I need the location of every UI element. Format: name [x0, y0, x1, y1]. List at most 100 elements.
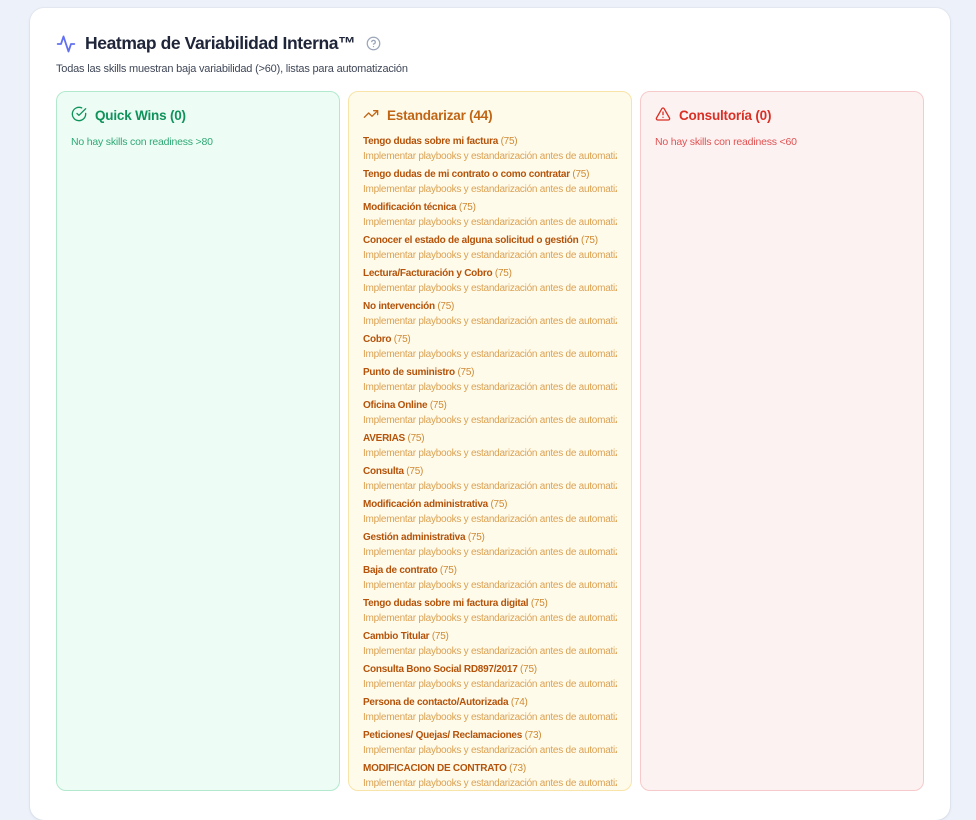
skill-readiness-score: (75): [435, 301, 454, 312]
skill-list-item: MODIFICACION DE CONTRATO (73) Implementa…: [363, 763, 617, 790]
skill-recommendation: Implementar playbooks y estandarización …: [363, 283, 617, 295]
skill-list-item: Tengo dudas sobre mi factura digital (75…: [363, 598, 617, 625]
skill-recommendation: Implementar playbooks y estandarización …: [363, 613, 617, 625]
skill-readiness-score: (75): [498, 136, 517, 147]
skill-name: Punto de suministro: [363, 367, 455, 378]
heatmap-columns: Quick Wins (0) No hay skills con readine…: [56, 91, 924, 791]
skill-readiness-score: (75): [528, 598, 547, 609]
skill-readiness-score: (75): [405, 433, 424, 444]
column-consultoria: Consultoría (0) No hay skills con readin…: [640, 91, 924, 791]
skill-recommendation: Implementar playbooks y estandarización …: [363, 382, 617, 394]
skill-recommendation: Implementar playbooks y estandarización …: [363, 151, 617, 163]
skill-recommendation: Implementar playbooks y estandarización …: [363, 712, 617, 724]
column-estandarizar-header: Estandarizar (44): [363, 106, 617, 125]
skill-list-item: Punto de suministro (75) Implementar pla…: [363, 367, 617, 394]
skill-name: No intervención: [363, 301, 435, 312]
skill-name: Modificación técnica: [363, 202, 456, 213]
skill-name: Modificación administrativa: [363, 499, 488, 510]
skill-readiness-score: (75): [465, 532, 484, 543]
column-consultoria-header: Consultoría (0): [655, 106, 909, 125]
skill-list: Tengo dudas sobre mi factura (75) Implem…: [363, 136, 617, 790]
skill-name: Tengo dudas sobre mi factura: [363, 136, 498, 147]
skill-recommendation: Implementar playbooks y estandarización …: [363, 415, 617, 427]
consultoria-empty-message: No hay skills con readiness <60: [655, 136, 909, 148]
skill-readiness-score: (73): [522, 730, 541, 741]
skill-recommendation: Implementar playbooks y estandarización …: [363, 481, 617, 493]
skill-recommendation: Implementar playbooks y estandarización …: [363, 349, 617, 361]
skill-recommendation: Implementar playbooks y estandarización …: [363, 646, 617, 658]
skill-name: Peticiones/ Quejas/ Reclamaciones: [363, 730, 522, 741]
help-circle-icon[interactable]: [366, 36, 381, 51]
skill-recommendation: Implementar playbooks y estandarización …: [363, 250, 617, 262]
skill-list-item: Tengo dudas sobre mi factura (75) Implem…: [363, 136, 617, 163]
skill-recommendation: Implementar playbooks y estandarización …: [363, 217, 617, 229]
skill-readiness-score: (75): [456, 202, 475, 213]
skill-list-item: Peticiones/ Quejas/ Reclamaciones (73) I…: [363, 730, 617, 757]
skill-readiness-score: (75): [391, 334, 410, 345]
skill-recommendation: Implementar playbooks y estandarización …: [363, 745, 617, 757]
skill-readiness-score: (75): [437, 565, 456, 576]
skill-list-item: Conocer el estado de alguna solicitud o …: [363, 235, 617, 262]
skill-list-item: No intervención (75) Implementar playboo…: [363, 301, 617, 328]
skill-readiness-score: (75): [492, 268, 511, 279]
skill-list-item: Modificación técnica (75) Implementar pl…: [363, 202, 617, 229]
card-header: Heatmap de Variabilidad Interna™: [56, 33, 924, 54]
skill-name: Cambio Titular: [363, 631, 429, 642]
skill-list-item: Consulta (75) Implementar playbooks y es…: [363, 466, 617, 493]
skill-list-item: Oficina Online (75) Implementar playbook…: [363, 400, 617, 427]
skill-name: AVERIAS: [363, 433, 405, 444]
skill-readiness-score: (75): [429, 631, 448, 642]
skill-name: Tengo dudas de mi contrato o como contra…: [363, 169, 570, 180]
skill-list-item: AVERIAS (75) Implementar playbooks y est…: [363, 433, 617, 460]
skill-readiness-score: (75): [518, 664, 537, 675]
skill-recommendation: Implementar playbooks y estandarización …: [363, 448, 617, 460]
skill-readiness-score: (75): [455, 367, 474, 378]
skill-name: Oficina Online: [363, 400, 427, 411]
skill-name: Tengo dudas sobre mi factura digital: [363, 598, 528, 609]
skill-recommendation: Implementar playbooks y estandarización …: [363, 547, 617, 559]
skill-name: Gestión administrativa: [363, 532, 465, 543]
check-circle-icon: [71, 106, 87, 125]
skill-readiness-score: (75): [579, 235, 598, 246]
skill-readiness-score: (73): [507, 763, 526, 774]
skill-readiness-score: (74): [508, 697, 527, 708]
skill-recommendation: Implementar playbooks y estandarización …: [363, 184, 617, 196]
alert-triangle-icon: [655, 106, 671, 125]
activity-icon: [56, 34, 76, 54]
skill-list-item: Tengo dudas de mi contrato o como contra…: [363, 169, 617, 196]
skill-name: MODIFICACION DE CONTRATO: [363, 763, 507, 774]
skill-recommendation: Implementar playbooks y estandarización …: [363, 778, 617, 790]
skill-list-item: Lectura/Facturación y Cobro (75) Impleme…: [363, 268, 617, 295]
skill-name: Persona de contacto/Autorizada: [363, 697, 508, 708]
quick-wins-empty-message: No hay skills con readiness >80: [71, 136, 325, 148]
trending-up-icon: [363, 106, 379, 125]
skill-recommendation: Implementar playbooks y estandarización …: [363, 514, 617, 526]
skill-readiness-score: (75): [427, 400, 446, 411]
skill-name: Consulta: [363, 466, 404, 477]
skill-list-item: Baja de contrato (75) Implementar playbo…: [363, 565, 617, 592]
skill-recommendation: Implementar playbooks y estandarización …: [363, 580, 617, 592]
skill-list-item: Cambio Titular (75) Implementar playbook…: [363, 631, 617, 658]
column-quick-wins-title: Quick Wins (0): [95, 108, 186, 123]
column-estandarizar-title: Estandarizar (44): [387, 108, 492, 123]
skill-list-item: Gestión administrativa (75) Implementar …: [363, 532, 617, 559]
skill-readiness-score: (75): [488, 499, 507, 510]
skill-name: Conocer el estado de alguna solicitud o …: [363, 235, 579, 246]
skill-name: Consulta Bono Social RD897/2017: [363, 664, 518, 675]
page-title: Heatmap de Variabilidad Interna™: [85, 33, 355, 54]
skill-recommendation: Implementar playbooks y estandarización …: [363, 316, 617, 328]
column-quick-wins-header: Quick Wins (0): [71, 106, 325, 125]
skill-readiness-score: (75): [404, 466, 423, 477]
column-estandarizar: Estandarizar (44) Tengo dudas sobre mi f…: [348, 91, 632, 791]
skill-name: Cobro: [363, 334, 391, 345]
column-quick-wins: Quick Wins (0) No hay skills con readine…: [56, 91, 340, 791]
skill-name: Lectura/Facturación y Cobro: [363, 268, 492, 279]
page-subtitle: Todas las skills muestran baja variabili…: [56, 63, 924, 75]
skill-recommendation: Implementar playbooks y estandarización …: [363, 679, 617, 691]
skill-list-item: Modificación administrativa (75) Impleme…: [363, 499, 617, 526]
skill-list-item: Consulta Bono Social RD897/2017 (75) Imp…: [363, 664, 617, 691]
skill-name: Baja de contrato: [363, 565, 437, 576]
skill-readiness-score: (75): [570, 169, 589, 180]
column-consultoria-title: Consultoría (0): [679, 108, 771, 123]
skill-list-item: Persona de contacto/Autorizada (74) Impl…: [363, 697, 617, 724]
